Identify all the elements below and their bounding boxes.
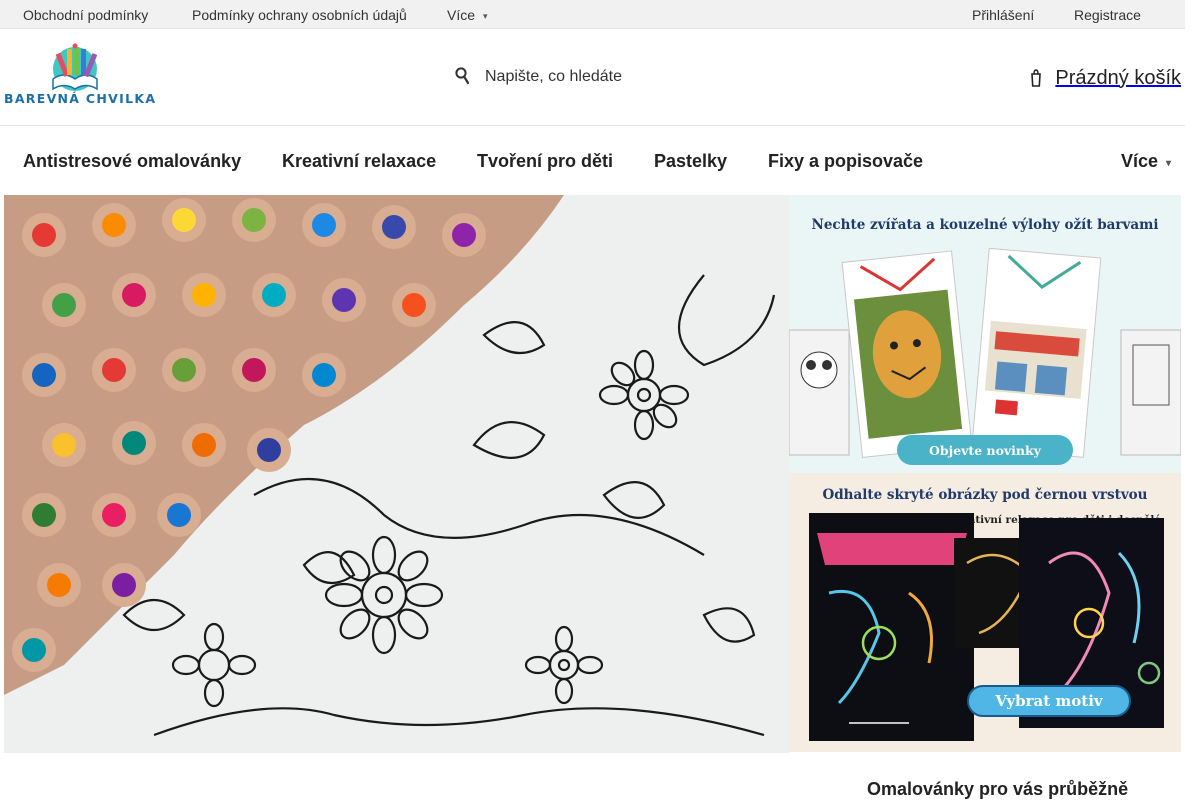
search-icon[interactable] [455, 67, 469, 85]
chevron-down-icon: ▾ [483, 11, 488, 21]
register-link[interactable]: Registrace [1074, 7, 1141, 23]
logo-text: BAREVNÁ CHVILKA [4, 91, 157, 106]
nav-more-label: Více [1120, 151, 1158, 171]
search-input[interactable] [485, 65, 745, 89]
privacy-link[interactable]: Podmínky ochrany osobních údajů [192, 7, 407, 23]
nav-item-markers[interactable]: Fixy a popisovače [768, 151, 923, 172]
search-box[interactable] [451, 63, 751, 91]
cart-button[interactable]: Prázdný košík [1031, 65, 1181, 91]
cart-label: Prázdný košík [1055, 66, 1181, 89]
topbar-more-link[interactable]: Více ▾ [447, 7, 488, 23]
login-link[interactable]: Přihlášení [972, 7, 1034, 23]
nav-more[interactable]: Více ▾ [1121, 151, 1171, 172]
hero-image[interactable] [4, 195, 789, 753]
promo-banner-scratch[interactable]: Odhalte skryté obrázky pod černou vrstvo… [789, 473, 1181, 752]
banner2-button[interactable]: Vybrat motiv [967, 685, 1131, 717]
section-heading: Omalovánky pro vás průběžně [867, 779, 1129, 799]
promo-banner-animals[interactable]: Nechte zvířata a kouzelné výlohy ožít ba… [789, 195, 1181, 473]
cart-icon [1031, 69, 1042, 87]
terms-link[interactable]: Obchodní podmínky [23, 7, 148, 23]
main-navigation: Antistresové omalovánky Kreativní relaxa… [0, 127, 1185, 195]
nav-item-creative-relaxation[interactable]: Kreativní relaxace [282, 151, 436, 172]
nav-item-kids-crafts[interactable]: Tvoření pro děti [477, 151, 613, 172]
top-utility-bar: Obchodní podmínky Podmínky ochrany osobn… [0, 0, 1185, 29]
nav-item-pencils[interactable]: Pastelky [654, 151, 727, 172]
pencils-logo-icon [52, 43, 98, 91]
nav-item-antistress[interactable]: Antistresové omalovánky [23, 151, 241, 172]
banner1-button[interactable]: Objevte novinky [897, 435, 1073, 465]
hero-illustration [4, 195, 789, 753]
topbar-more-label: Více [447, 7, 476, 23]
logo[interactable]: BAREVNÁ CHVILKA [4, 43, 157, 106]
chevron-down-icon: ▾ [1165, 158, 1171, 169]
site-header: BAREVNÁ CHVILKA Prázdný košík [0, 29, 1185, 126]
coloring-books-illustration [789, 247, 1181, 458]
